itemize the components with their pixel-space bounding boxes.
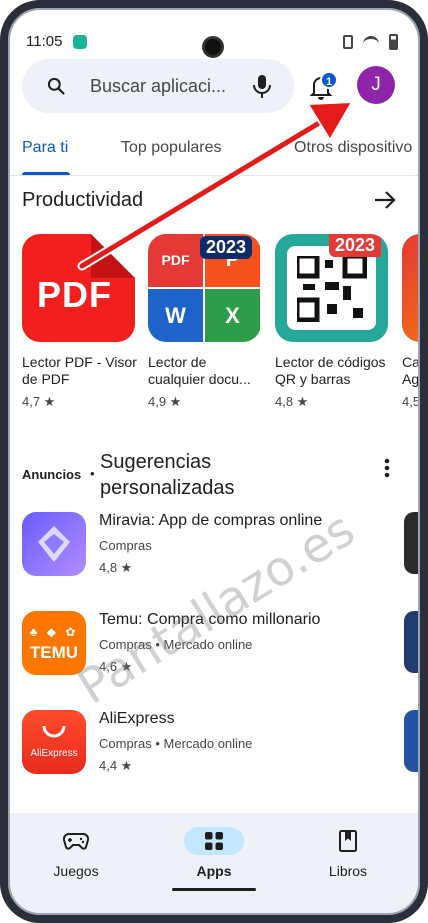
app-card-partial[interactable]: Ca Ag 4,5 [402,234,420,409]
section-title-productividad[interactable]: Productividad [22,189,143,212]
status-time: 11:05 [26,33,63,50]
app-card-lector-pdf[interactable]: PDF Lector PDF - Visor de PDF 4,7 ★ [22,234,140,410]
status-bar: 11:05 [8,8,420,58]
ads-separator: • [90,466,95,481]
gamepad-icon [63,833,89,850]
qr-code-graphic [297,256,367,322]
tab-top-populares[interactable]: Top populares [121,139,222,157]
pdf-app-icon: PDF [22,234,135,342]
app-rating: 4,6 ★ [99,659,133,674]
bookmark-book-icon [339,830,357,852]
app-name: Lector de códigos [275,354,386,370]
app-rating: 4,4 ★ [99,758,133,773]
app-name: Ag [402,371,420,387]
search-icon [47,77,65,95]
app-card-lector-qr[interactable]: 2023 Lector de códigos QR y barras 4,8 ★ [275,234,393,410]
app-rating: 4,9 ★ [148,394,182,409]
wifi-icon [363,36,379,48]
peek-app-icon[interactable] [404,611,420,673]
app-title: Temu: Compra como millonario [99,611,321,628]
vibrate-icon [343,35,353,49]
active-tab-indicator [22,172,70,175]
app-name: QR y barras [275,371,351,387]
nav-label: Apps [196,863,232,879]
peek-app-icon[interactable] [404,710,420,772]
partial-app-icon [402,234,420,342]
ads-label: Anuncios [22,467,82,482]
temu-app-icon: ♣ ◆ ✿ TEMU [22,611,86,675]
app-card-lector-documentos[interactable]: PDF P W X 2023 Lector de cualquier docu.… [148,234,266,410]
search-input[interactable]: Buscar aplicaci... [90,76,226,97]
notification-count-badge: 1 [320,71,338,89]
app-category: Compras • Mercado online [99,637,253,652]
apps-grid-icon [205,832,223,850]
search-bar[interactable]: Buscar aplicaci... [22,59,294,113]
section-title-sugerencias: Sugerencias personalizadas [100,451,235,499]
gesture-home-bar [172,888,256,891]
app-name: Lector de [148,354,207,370]
notification-app-icon [73,35,87,49]
list-item-miravia[interactable]: Miravia: App de compras online Compras 4… [22,512,402,584]
app-name: de PDF [22,371,70,387]
play-store-screen: 11:05 Buscar aplicaci... 1 J Para ti Top… [8,8,420,915]
list-item-aliexpress[interactable]: AliExpress AliExpress Compras • Mercado … [22,710,402,782]
app-rating: 4,8 ★ [99,560,133,575]
app-category: Compras • Mercado online [99,736,253,751]
list-item-temu[interactable]: ♣ ◆ ✿ TEMU Temu: Compra como millonario … [22,611,402,683]
aliexpress-app-icon: AliExpress [22,710,86,774]
nav-apps[interactable]: Apps [164,827,264,879]
category-tabs: Para ti Top populares Otros dispositivo [8,126,420,176]
peek-app-icon[interactable] [404,512,420,574]
qr-app-icon: 2023 [275,234,388,342]
battery-icon [389,34,398,50]
nav-juegos[interactable]: Juegos [26,827,126,879]
app-name: cualquier docu... [148,371,251,387]
app-category: Compras [99,538,152,553]
app-name: Ca [402,354,420,370]
nav-label: Libros [328,863,368,879]
account-avatar[interactable]: J [357,66,395,104]
arrow-forward-icon[interactable] [374,190,396,210]
app-rating: 4,5 [402,394,420,409]
microphone-icon[interactable] [250,73,274,99]
more-options-icon[interactable] [384,458,390,478]
tab-otros-dispositivos[interactable]: Otros dispositivo [294,139,412,157]
miravia-app-icon [22,512,86,576]
nav-label: Juegos [53,863,99,879]
tab-para-ti[interactable]: Para ti [22,139,68,157]
app-title: AliExpress [99,710,175,727]
bottom-navigation: Juegos Apps Libros [8,813,420,915]
nav-libros[interactable]: Libros [298,827,398,879]
app-rating: 4,7 ★ [22,394,56,409]
status-icons [343,34,398,50]
app-rating: 4,8 ★ [275,394,309,409]
app-name: Lector PDF - Visor [22,354,137,370]
office-app-icon: PDF P W X 2023 [148,234,261,342]
app-title: Miravia: App de compras online [99,512,323,529]
front-camera [202,36,224,58]
